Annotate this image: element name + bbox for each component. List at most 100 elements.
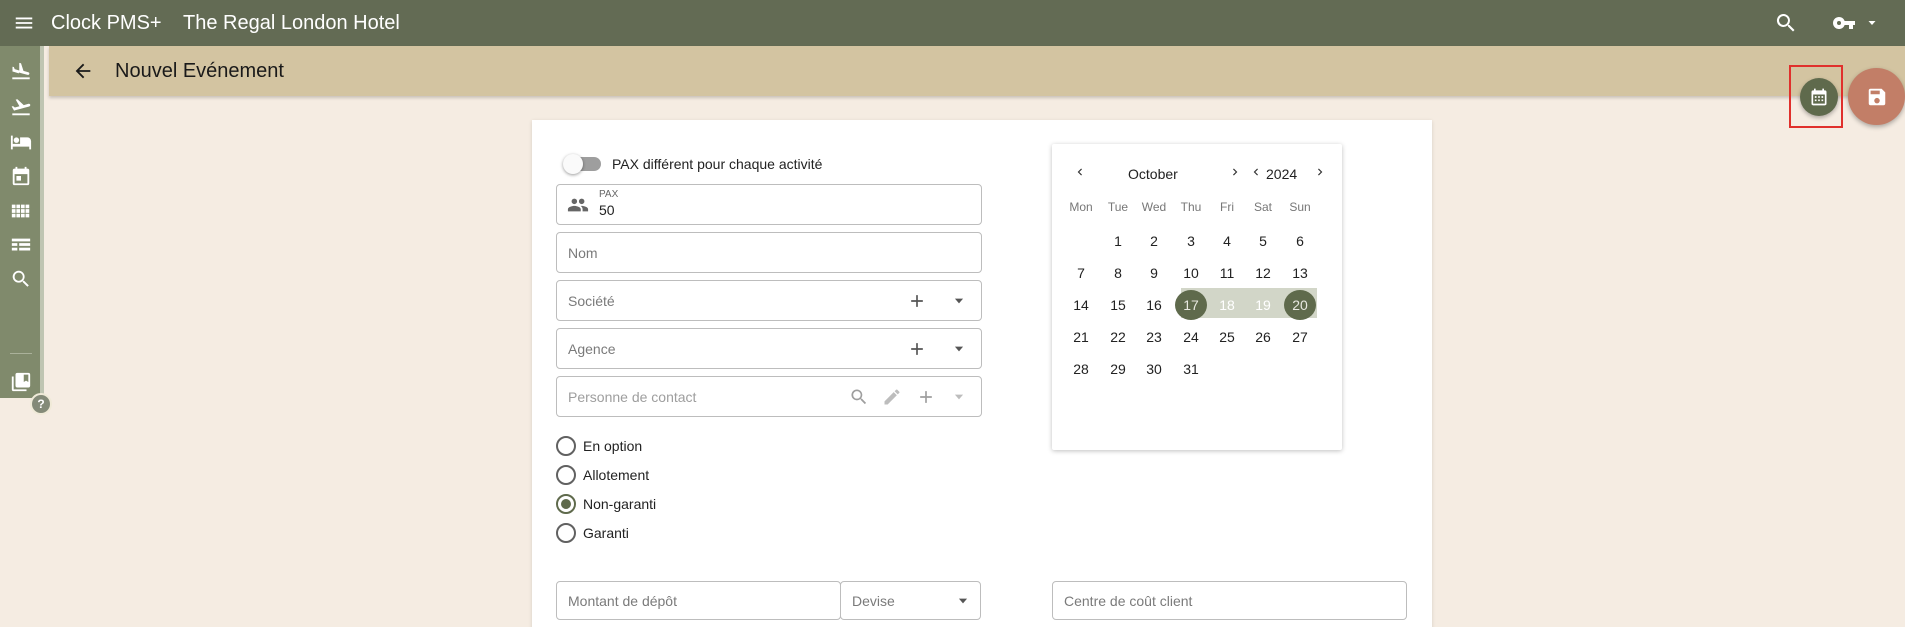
calendar-day[interactable]: 26 [1247,322,1279,352]
calendar-day[interactable]: 22 [1102,322,1134,352]
save-fab-button[interactable] [1848,68,1905,125]
calendar-day[interactable]: 14 [1065,290,1097,320]
help-button[interactable]: ? [30,393,52,415]
calendar-year[interactable]: 2024 [1266,166,1297,182]
calendar-day[interactable]: 31 [1175,354,1207,384]
plus-icon [911,295,923,307]
prev-month-button[interactable] [1072,164,1088,180]
next-year-button[interactable] [1312,164,1328,180]
nom-placeholder: Nom [568,245,598,261]
agence-field[interactable]: Agence [556,328,982,369]
add-societe-button[interactable] [905,289,929,313]
calendar-day[interactable]: 3 [1175,226,1207,256]
calendar-day[interactable]: 8 [1102,258,1134,288]
app-title: Clock PMS+ [51,12,162,34]
calendar-fab-button[interactable] [1800,78,1838,116]
montant-depot-field[interactable]: Montant de dépôt [556,581,841,620]
search-contact-button[interactable] [847,385,871,409]
calendar-day[interactable]: 2 [1138,226,1170,256]
rail-grid[interactable] [6,196,36,226]
search-icon [851,389,867,405]
calendar-month-icon [1811,88,1827,106]
rail-calendar[interactable] [6,161,36,191]
calendar-day[interactable]: 7 [1065,258,1097,288]
weekday-header: Fri [1220,200,1234,214]
global-search-button[interactable] [1770,7,1802,39]
calendar-day[interactable]: 23 [1138,322,1170,352]
add-contact-button[interactable] [914,385,938,409]
calendar-day[interactable]: 29 [1102,354,1134,384]
calendar-day[interactable]: 15 [1102,290,1134,320]
back-button[interactable] [69,57,97,85]
calendar-day[interactable]: 16 [1138,290,1170,320]
radio-label: Garanti [583,525,629,541]
radio-label: Non-garanti [583,496,657,512]
calendar-day[interactable]: 12 [1247,258,1279,288]
caret-down-icon [954,346,964,352]
calendar-day[interactable]: 18 [1211,290,1243,320]
pax-toggle-label: PAX différent pour chaque activité [612,156,823,172]
calendar-day[interactable]: 9 [1138,258,1170,288]
calendar-day[interactable]: 25 [1211,322,1243,352]
rail-bookmarks[interactable] [6,367,36,397]
menu-button[interactable] [8,7,40,39]
radio-circle [556,523,576,543]
agence-dropdown-button[interactable] [947,337,971,361]
contact-field[interactable]: Personne de contact [556,376,982,417]
rail-table[interactable] [6,230,36,260]
calendar-day[interactable]: 30 [1138,354,1170,384]
radio-label: En option [583,438,643,454]
flight-land-icon [12,62,30,80]
search-icon [12,270,29,287]
next-month-button[interactable] [1227,164,1243,180]
nom-field[interactable]: Nom [556,232,982,273]
radio-label: Allotement [583,467,650,483]
save-icon [1868,88,1885,105]
devise-select[interactable]: Devise [840,581,981,620]
weekday-header: Tue [1107,200,1129,214]
societe-dropdown-button[interactable] [947,289,971,313]
societe-field[interactable]: Société [556,280,982,321]
key-icon [1832,17,1855,29]
grid-icon [11,204,30,218]
calendar-day[interactable]: 1 [1102,226,1134,256]
calendar-month[interactable]: October [1128,166,1178,182]
rail-rooms[interactable] [6,127,36,157]
calendar-day[interactable]: 5 [1247,226,1279,256]
rail-departures[interactable] [6,92,36,122]
calendar-day[interactable]: 11 [1211,258,1243,288]
user-key-menu-button[interactable] [1826,7,1884,39]
page-header: Nouvel Evénement [49,46,1905,96]
calendar-day[interactable]: 13 [1284,258,1316,288]
depot-placeholder: Montant de dépôt [568,593,677,609]
bed-icon [10,135,32,150]
rail-arrivals[interactable] [6,56,36,86]
devise-placeholder: Devise [852,593,895,609]
radio-circle [556,465,576,485]
prev-year-button[interactable] [1248,164,1264,180]
radio-circle [556,494,576,514]
calendar-day[interactable]: 24 [1175,322,1207,352]
rail-search[interactable] [6,264,36,294]
add-agence-button[interactable] [905,337,929,361]
contact-dropdown-button[interactable] [947,385,971,409]
calendar-day[interactable]: 28 [1065,354,1097,384]
calendar-day[interactable]: 21 [1065,322,1097,352]
weekday-header: Mon [1069,200,1093,214]
calendar-day[interactable]: 10 [1175,258,1207,288]
calendar-day[interactable]: 19 [1247,290,1279,320]
chevron-left-icon [1077,168,1082,176]
caret-down-icon [1868,21,1876,25]
calendar-day[interactable]: 20 [1284,290,1316,320]
calendar-day[interactable]: 4 [1211,226,1243,256]
calendar-day[interactable]: 6 [1284,226,1316,256]
devise-dropdown-button[interactable] [951,589,975,613]
edit-contact-button[interactable] [880,385,904,409]
hotel-name[interactable]: The Regal London Hotel [183,11,400,35]
calendar-day[interactable]: 17 [1175,290,1207,320]
calendar-day[interactable]: 27 [1284,322,1316,352]
left-nav-rail [0,46,44,398]
pax-field[interactable]: PAX 50 [556,184,982,225]
centre-cout-field[interactable]: Centre de coût client [1052,581,1407,620]
radio-dot [561,499,571,509]
